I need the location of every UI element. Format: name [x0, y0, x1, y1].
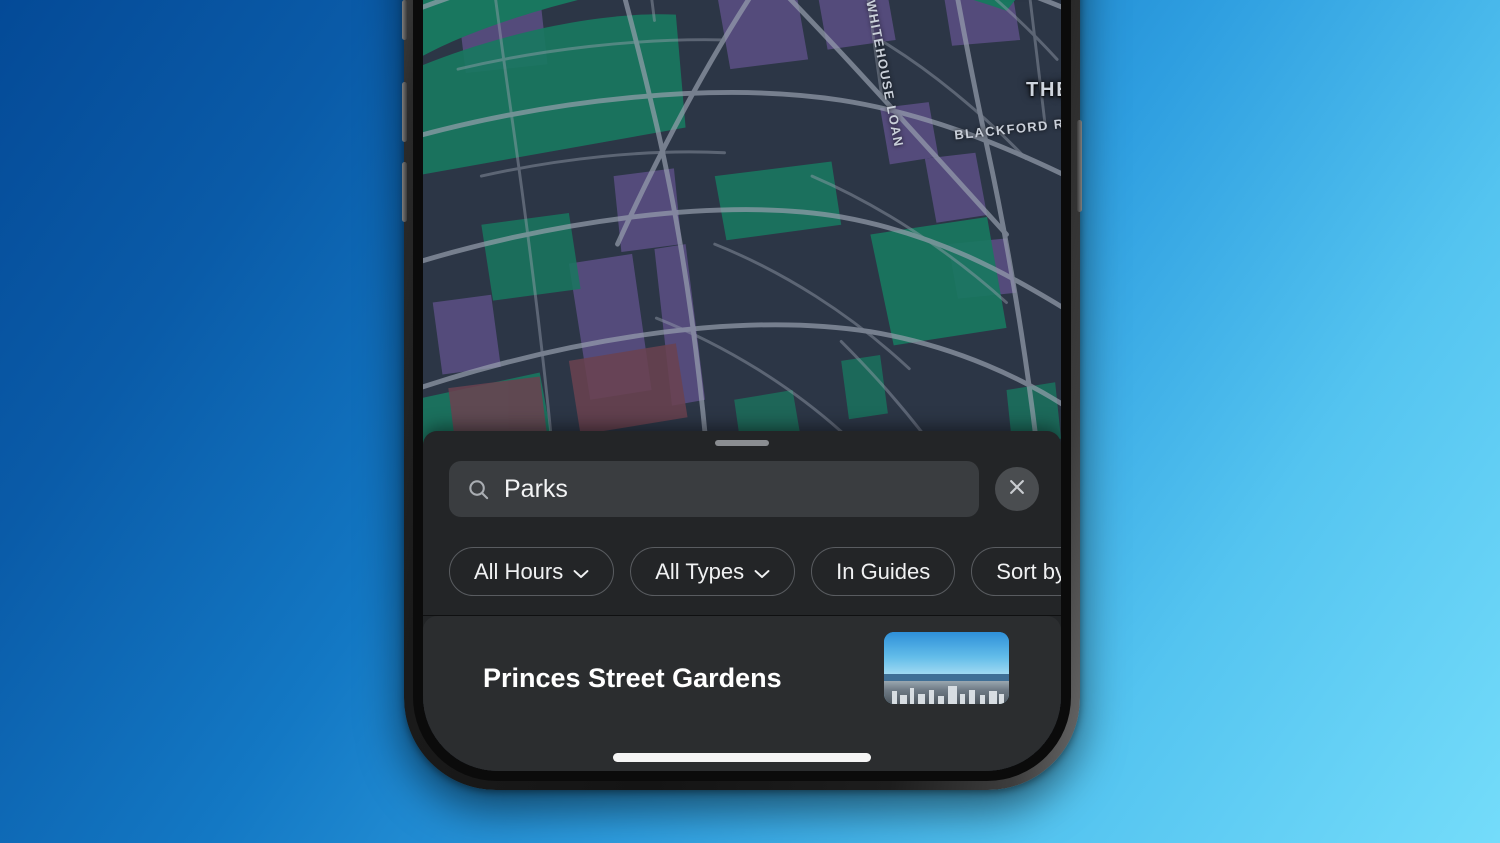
filter-chip-label: All Types: [655, 558, 745, 584]
sheet-drag-handle[interactable]: [715, 440, 769, 446]
action-button[interactable]: [402, 0, 407, 40]
result-thumbnail: [884, 632, 1009, 704]
phone-device-frame: CROSS Gardens est Meadow Park Meadows Ea…: [402, 0, 1082, 790]
home-indicator[interactable]: [613, 753, 871, 762]
filter-chip-sort-by[interactable]: Sort by: [971, 547, 1061, 596]
volume-down-button[interactable]: [402, 162, 407, 222]
filter-chip-label: All Hours: [474, 558, 564, 584]
phone-screen: CROSS Gardens est Meadow Park Meadows Ea…: [423, 0, 1061, 771]
screenshot-canvas: CROSS Gardens est Meadow Park Meadows Ea…: [0, 0, 1500, 843]
filter-chip-label: Sort by: [996, 558, 1061, 584]
thumbnail-cityscape: [884, 680, 1009, 704]
filter-chip-all-types[interactable]: All Types: [630, 547, 796, 596]
filter-chip-all-hours[interactable]: All Hours: [449, 547, 615, 596]
filter-chip-row[interactable]: All Hours All Types In Guides Sort by: [449, 547, 1061, 596]
search-input[interactable]: Parks: [449, 461, 979, 517]
search-icon: [467, 478, 490, 501]
filter-chip-label: In Guides: [836, 558, 931, 584]
thumbnail-sea: [884, 673, 1009, 681]
power-button[interactable]: [1077, 120, 1082, 212]
result-title: Princes Street Gardens: [483, 663, 782, 693]
phone-bezel: CROSS Gardens est Meadow Park Meadows Ea…: [413, 0, 1071, 781]
search-results-sheet[interactable]: Parks All Hours All Types In Guides Sort…: [423, 431, 1061, 771]
chevron-down-icon: [573, 559, 589, 585]
result-list[interactable]: Princes Street Gardens: [423, 616, 1061, 771]
volume-up-button[interactable]: [402, 82, 407, 142]
thumbnail-sky: [884, 632, 1009, 674]
search-row: Parks: [449, 461, 1039, 517]
filter-chip-in-guides[interactable]: In Guides: [811, 547, 956, 596]
chevron-down-icon: [754, 559, 770, 585]
clear-search-button[interactable]: [995, 467, 1039, 511]
close-icon: [1007, 477, 1027, 502]
search-input-value: Parks: [504, 474, 568, 503]
